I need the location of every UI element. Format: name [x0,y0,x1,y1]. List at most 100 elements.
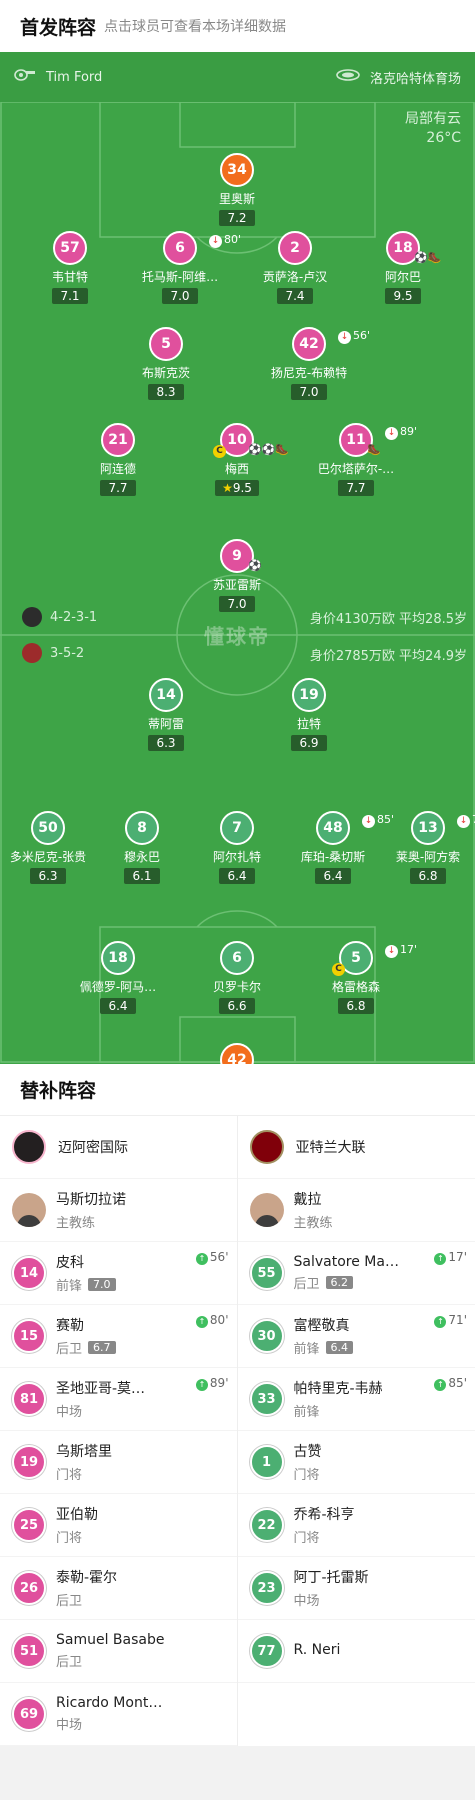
player-rating: 7.7 [338,480,374,496]
sub-in-icon: ↑ [195,1253,208,1265]
player-name: 巴尔塔萨尔-… [317,462,395,476]
sub-player-position: 后卫 [293,1277,320,1292]
sub-player-name: R. Neri [293,1641,341,1658]
sub-player-row[interactable]: 81 圣地亚哥-莫… 中场 ↑ 89' [0,1368,237,1431]
away-player[interactable]: 7 阿尔扎特 6.4 [182,811,292,884]
sub-player-name: 亚伯勒 [56,1507,98,1523]
player-rating: 8.3 [148,384,184,400]
sub-player-position: 中场 [293,1594,320,1609]
away-player[interactable]: 19 拉特 6.9 [254,678,364,751]
home-player[interactable]: 10 ⚽⚽🥾 C 梅西 ★9.5 [182,423,292,496]
sub-player-row[interactable]: 26 泰勒-霍尔 后卫 [0,1557,237,1620]
home-formation-text: 4-2-3-1 [50,609,98,625]
away-player[interactable]: 48 ↓ 85' 库珀-桑切斯 6.4 [278,811,394,884]
sub-player-position: 门将 [56,1468,83,1483]
home-player[interactable]: 5 布斯克茨 8.3 [111,327,221,400]
sub-out-indicator: ↓ 17' [385,943,417,958]
player-name: 梅西 [224,462,249,476]
player-rating: 7.0 [291,384,327,400]
player-name: 蒂阿雷 [147,717,184,731]
player-rating: 6.9 [291,735,327,751]
sub-player-number: 55 [249,1256,284,1290]
sub-player-row[interactable]: 25 亚伯勒 门将 [0,1494,237,1557]
subs-table: 迈阿密国际 马斯切拉诺 主教练 14 皮科 前锋 7.0 ↑ 56' 15 赛勒 后卫 6.7 ↑ 8… [0,1116,475,1746]
home-coach-row[interactable]: 马斯切拉诺 主教练 [0,1179,237,1242]
sub-player-row[interactable]: 33 帕特里克-韦赫 前锋 ↑ 85' [237,1368,475,1431]
away-player[interactable]: 42杰登-希伯特7.1 [182,1043,292,1064]
player-number: 5 [149,327,183,361]
sub-out-indicator: ↓ 56' [338,329,370,344]
away-coach-role: 主教练 [293,1216,333,1231]
player-rating-value: 7.1 [60,289,80,303]
sub-player-number: 69 [12,1697,46,1731]
sub-in-indicator: ↑ 17' [434,1250,467,1265]
home-player[interactable]: 6 ↓ 80' 托马斯-阿维… 7.0 [125,231,241,304]
sub-in-minute: 89' [209,1376,229,1390]
sub-player-row[interactable]: 30 富樫敬真 前锋 6.4 ↑ 71' [237,1305,475,1368]
home-player[interactable]: 2 贡萨洛-卢汉 7.4 [240,231,350,304]
away-subs-column: 亚特兰大联 戴拉 主教练 55 Salvatore Ma… 后卫 6.2 ↑ 17' 30 富… [237,1116,475,1746]
sub-player-row[interactable]: 23 阿丁-托雷斯 中场 [237,1557,475,1620]
away-player[interactable]: 13 ↓71' 莱奥-阿方索 6.8 [373,811,475,884]
home-player[interactable]: 18 ⚽🥾 阿尔巴 9.5 [348,231,458,304]
player-number: 48 [316,811,350,845]
player-number: 21 [101,423,135,457]
sub-player-row[interactable]: 69 Ricardo Mont… 中场 [0,1683,237,1746]
sub-player-row[interactable]: 14 皮科 前锋 7.0 ↑ 56' [0,1242,237,1305]
star-icon: ★ [222,481,233,495]
sub-player-row[interactable]: 77 R. Neri [237,1620,475,1683]
player-name: 苏亚雷斯 [212,578,261,592]
sub-player-meta: 中场 [56,1714,162,1733]
sub-player-number: 1 [249,1445,284,1479]
away-player[interactable]: 5 ↓ 17' C 格雷格森 6.8 [301,941,417,1014]
sub-player-number: 25 [12,1508,46,1542]
pitch: Tim Ford 洛克哈特体育场 局部有云 26°C 懂球帝 4-2-3-1 身… [0,52,475,1064]
away-player[interactable]: 18 佩德罗-阿马… 6.4 [63,941,173,1014]
home-player[interactable]: 9 ⚽ 苏亚雷斯 7.0 [182,539,292,612]
sub-in-minute: 56' [209,1250,229,1264]
sub-player-row[interactable]: 19 乌斯塔里 门将 [0,1431,237,1494]
player-rating: 6.3 [30,868,66,884]
home-player[interactable]: 11 ↓ 89' 🥾 巴尔塔萨尔-… 7.7 [301,423,417,496]
home-player[interactable]: 42 ↓ 56' 扬尼克-布赖特 7.0 [254,327,370,400]
sub-player-row[interactable]: 55 Salvatore Ma… 后卫 6.2 ↑ 17' [237,1242,475,1305]
player-rating-value: 7.0 [299,385,319,399]
sub-player-position: 门将 [293,1531,320,1546]
player-number: 18 [101,941,135,975]
sub-out-indicator: ↓ 80' [209,233,241,248]
sub-player-number: 51 [12,1634,46,1668]
home-player[interactable]: 34 里奥斯 7.2 [182,153,292,226]
sub-player-position: 门将 [293,1468,320,1483]
player-rating: 6.8 [410,868,446,884]
player-number: 6 [163,231,197,265]
home-team-row[interactable]: 迈阿密国际 [0,1116,237,1179]
home-subs-column: 迈阿密国际 马斯切拉诺 主教练 14 皮科 前锋 7.0 ↑ 56' 15 赛勒 后卫 6.7 ↑ 8… [0,1116,238,1746]
sub-player-row[interactable]: 1 古赞门将 [237,1431,475,1494]
sub-player-name: 古赞 [293,1444,322,1460]
atlanta-united-logo-icon [249,1130,284,1164]
sub-player-row[interactable]: 51 Samuel Basabe 后卫 [0,1620,237,1683]
sub-player-meta: 中场 [294,1590,369,1609]
sub-player-row[interactable]: 22 乔希-科亨 门将 [237,1494,475,1557]
sub-in-indicator: ↑ 80' [195,1313,229,1328]
away-player[interactable]: 14 蒂阿雷 6.3 [111,678,221,751]
away-player[interactable]: 6 贝罗卡尔 6.6 [182,941,292,1014]
sub-in-icon: ↑ [195,1379,208,1391]
away-team-row[interactable]: 亚特兰大联 [237,1116,475,1179]
home-player[interactable]: 57 韦甘特 7.1 [15,231,125,304]
weather-info: 局部有云 26°C [405,110,461,148]
sub-player-row[interactable]: 15 赛勒 后卫 6.7 ↑ 80' [0,1305,237,1368]
home-player[interactable]: 21 阿连德 7.7 [63,423,173,496]
sub-player-name: Samuel Basabe [56,1632,165,1648]
goal-assist-icon: ⚽⚽🥾 [248,443,290,456]
goal-assist-icon: ⚽ [248,559,262,572]
player-rating: 6.3 [148,735,184,751]
away-player[interactable]: 8 穆永巴 6.1 [87,811,197,884]
player-number: 7 [220,811,254,845]
away-team-badge-icon [22,643,42,663]
away-coach-row[interactable]: 戴拉 主教练 [237,1179,475,1242]
player-rating: 6.4 [315,868,351,884]
inter-miami-logo-icon [12,1130,46,1164]
player-rating-value: 6.3 [156,736,176,750]
player-number: 2 [278,231,312,265]
